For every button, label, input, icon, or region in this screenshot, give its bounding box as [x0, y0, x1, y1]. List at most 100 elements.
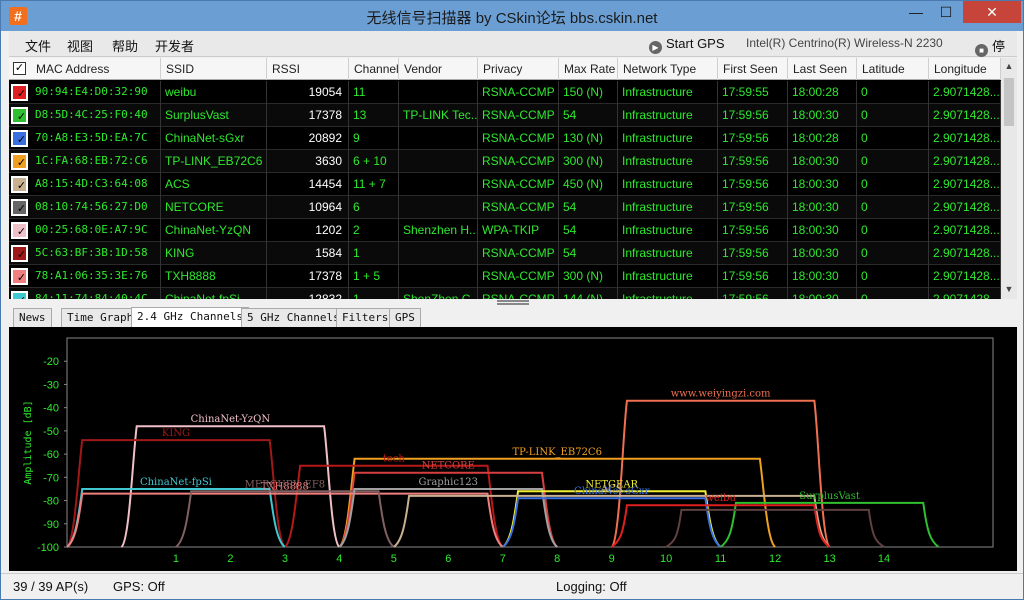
network-color-swatch: ✓ [11, 291, 28, 299]
column-header-channel[interactable]: Channel [349, 58, 399, 80]
table-row[interactable]: ✓ 5C:63:BF:3B:1D:58 KING 1584 1 RSNA-CCMP 54 In… [9, 242, 1001, 265]
table-row[interactable]: ✓ 1C:FA:68:EB:72:C6 TP-LINK_EB72C6 3630 6 + … [9, 150, 1001, 173]
table-row[interactable]: ✓ 08:10:74:56:27:D0 NETCORE 10964 6 RSNA-CCMP… [9, 196, 1001, 219]
y-tick-label: -60 [43, 449, 59, 461]
table-row[interactable]: ✓ D8:5D:4C:25:F0:40 SurplusVast 17378 13 TP-L… [9, 104, 1001, 127]
network-color-swatch: ✓ [11, 153, 28, 170]
cell-last: 18:00:30 [788, 242, 857, 265]
close-button[interactable]: ✕ [963, 1, 1021, 23]
scrollbar-thumb[interactable] [1004, 78, 1014, 126]
channel-curve [610, 399, 831, 548]
scroll-up-icon[interactable]: ▲ [1001, 61, 1017, 71]
y-tick-label: -20 [43, 356, 59, 368]
row-checkbox[interactable]: ✓ [15, 296, 28, 300]
row-checkbox[interactable]: ✓ [15, 273, 28, 286]
row-checkbox[interactable]: ✓ [15, 250, 28, 263]
column-header-rate[interactable]: Max Rate [559, 58, 618, 80]
cell-vendor [399, 150, 478, 173]
y-tick-label: -30 [43, 379, 59, 391]
tab-filters[interactable]: Filters [336, 308, 395, 327]
column-header-vendor[interactable]: Vendor [399, 58, 478, 80]
tab-news[interactable]: News [13, 308, 52, 327]
column-header-first[interactable]: First Seen [718, 58, 788, 80]
row-checkbox[interactable]: ✓ [15, 158, 28, 171]
minimize-button[interactable]: — [901, 1, 931, 23]
scroll-down-icon[interactable]: ▼ [1001, 284, 1017, 294]
channel-chart: -20 -30 -40 -50 -60 -70 -80 -90 -100 1 2 3 4 5 6 7 8 9 10 1… [9, 327, 1017, 571]
column-header-mac[interactable]: MAC Address [31, 58, 161, 80]
cell-rate: 54 [559, 219, 618, 242]
cell-privacy: RSNA-CCMP [478, 150, 559, 173]
maximize-button[interactable]: ☐ [931, 1, 961, 23]
row-checkbox[interactable]: ✓ [15, 89, 28, 102]
tab-2-4-ghz-channels[interactable]: 2.4 GHz Channels [131, 307, 249, 327]
cell-ssid: TP-LINK_EB72C6 [161, 150, 267, 173]
column-header-last[interactable]: Last Seen [788, 58, 857, 80]
column-header-lat[interactable]: Latitude [857, 58, 929, 80]
x-tick-label: 4 [336, 553, 342, 565]
cell-privacy: RSNA-CCMP [478, 288, 559, 299]
menu-bar: 文件 视图 帮助 开发者 ▶ Start GPS Intel(R) Centrin… [9, 31, 1017, 75]
table-row[interactable]: ✓84:11:74:84:40:4CChinaNet-fpSi128321She… [9, 288, 1001, 299]
cell-lat: 0 [857, 150, 929, 173]
cell-channel: 6 + 10 [349, 150, 399, 173]
row-checkbox[interactable]: ✓ [15, 112, 28, 125]
cell-rssi: 12832 [267, 288, 349, 299]
logging-status: Logging: Off [556, 579, 627, 594]
cell-rate: 300 (N) [559, 265, 618, 288]
cell-lat: 0 [857, 288, 929, 299]
cell-first: 17:59:56 [718, 242, 788, 265]
column-header-type[interactable]: Network Type [618, 58, 718, 80]
table-row[interactable]: ✓ 70:A8:E3:5D:EA:7C ChinaNet-sGxr 20892 9 RSN… [9, 127, 1001, 150]
cell-last: 18:00:30 [788, 219, 857, 242]
title-bar[interactable]: # 无线信号扫描器 by CSkin论坛 bbs.cskin.net — ☐ ✕ [1, 1, 1023, 31]
cell-channel: 2 [349, 219, 399, 242]
menu-view[interactable]: 视图 [67, 36, 93, 55]
row-checkbox[interactable]: ✓ [15, 227, 28, 240]
table-row[interactable]: ✓ 90:94:E4:D0:32:90 weibu 19054 11 RSNA-CCMP 1… [9, 81, 1001, 104]
cell-type: Infrastructure [618, 104, 718, 127]
cell-vendor: Shenzhen H... [399, 219, 478, 242]
column-header-rssi[interactable]: RSSI [267, 58, 349, 80]
select-all-checkbox[interactable]: ✓ [13, 62, 26, 75]
network-color-swatch: ✓ [11, 222, 28, 239]
adapter-name[interactable]: Intel(R) Centrino(R) Wireless-N 2230 [746, 36, 943, 50]
tab-time-graph[interactable]: Time Graph [61, 308, 140, 327]
cell-vendor [399, 265, 478, 288]
table-row[interactable]: ✓ 00:25:68:0E:A7:9C ChinaNet-YzQN 1202 2 Shen… [9, 219, 1001, 242]
column-header-lon[interactable]: Longitude [929, 58, 1001, 80]
panel-splitter[interactable] [497, 300, 529, 305]
table-row[interactable]: ✓ 78:A1:06:35:3E:76 TXH8888 17378 1 + 5 RSNA-… [9, 265, 1001, 288]
table-row[interactable]: ✓ A8:15:4D:C3:64:08 ACS 14454 11 + 7 RSNA-CCM… [9, 173, 1001, 196]
column-header-ssid[interactable]: SSID [161, 58, 267, 80]
tab-gps[interactable]: GPS [389, 308, 421, 327]
channel-curve [665, 508, 885, 548]
cell-rate: 150 (N) [559, 81, 618, 104]
tab-5-ghz-channels[interactable]: 5 GHz Channels [241, 308, 346, 327]
menu-file[interactable]: 文件 [25, 36, 51, 55]
start-gps-label: Start GPS [666, 36, 725, 51]
row-checkbox[interactable]: ✓ [15, 135, 28, 148]
cell-channel: 1 [349, 288, 399, 299]
menu-help[interactable]: 帮助 [112, 36, 138, 55]
y-tick-label: -40 [43, 403, 59, 415]
cell-channel: 9 [349, 127, 399, 150]
cell-channel: 1 + 5 [349, 265, 399, 288]
channel-curve-label: TP-LINK_EB72C6 [513, 447, 602, 458]
cell-lat: 0 [857, 265, 929, 288]
x-tick-label: 13 [823, 553, 835, 565]
row-checkbox[interactable]: ✓ [15, 181, 28, 194]
column-header-privacy[interactable]: Privacy [478, 58, 559, 80]
menu-developer[interactable]: 开发者 [155, 36, 194, 55]
cell-rate: 54 [559, 242, 618, 265]
channel-curve-label: weibu [705, 493, 736, 504]
row-checkbox[interactable]: ✓ [15, 204, 28, 217]
gps-status: GPS: Off [113, 579, 165, 594]
cell-type: Infrastructure [618, 150, 718, 173]
start-gps-button[interactable]: ▶ Start GPS [649, 36, 725, 54]
table-scrollbar[interactable]: ▲ ▼ [1001, 58, 1017, 299]
y-axis-label: Amplitude [dB] [23, 400, 34, 484]
cell-type: Infrastructure [618, 127, 718, 150]
cell-rssi: 19054 [267, 81, 349, 104]
cell-mac: 00:25:68:0E:A7:9C [31, 219, 161, 242]
